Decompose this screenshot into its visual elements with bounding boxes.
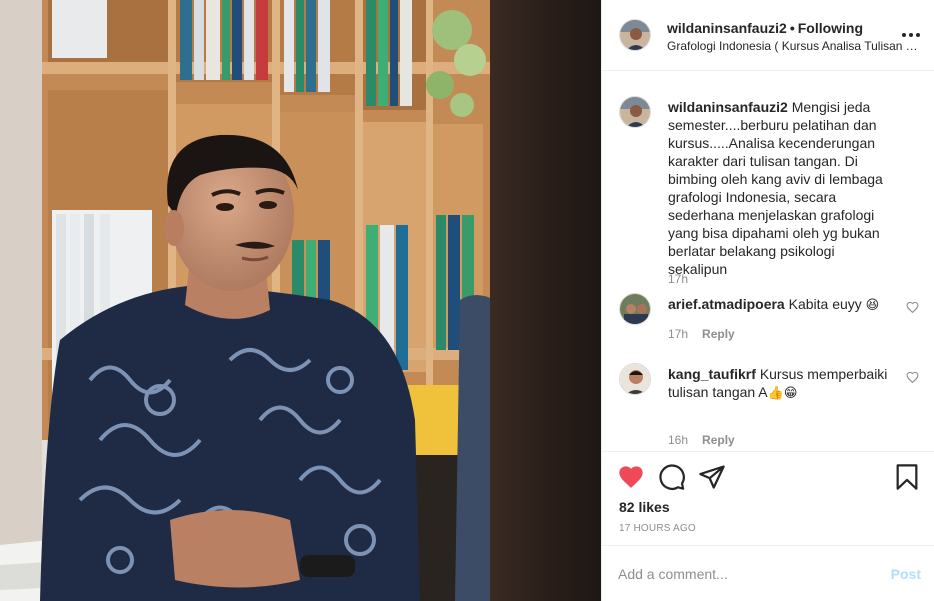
comment-item: arief.atmadipoera Kabita euyy 😆 17h Reply [619,293,919,353]
commenter-avatar-image [620,364,650,394]
post-location[interactable]: Grafologi Indonesia ( Kursus Analisa Tul… [667,39,923,53]
likes-count[interactable]: 82 likes [619,499,670,515]
follow-status-button[interactable]: Following [798,20,863,36]
comment-username[interactable]: arief.atmadipoera [668,296,785,312]
post-photo-illustration [0,0,601,601]
post-header: wildaninsanfauzi2 • Following Grafologi In… [602,0,934,71]
post-side-panel: wildaninsanfauzi2 • Following Grafologi In… [601,0,934,601]
heart-outline-icon[interactable] [906,301,919,314]
post-photo[interactable] [0,0,601,601]
reply-button[interactable]: Reply [702,433,735,447]
commenter-avatar[interactable] [619,363,651,395]
comment-age[interactable]: 17h [668,327,688,341]
more-icon [909,33,913,37]
bookmark-icon[interactable] [893,463,921,491]
comment-item: kang_taufikrf Kursus memperbaiki tulisan… [619,363,919,447]
comment-icon[interactable] [658,463,686,491]
post-timestamp[interactable]: 17 HOURS AGO [619,523,696,534]
commenter-avatar-image [620,294,650,324]
post-comment-button[interactable]: Post [891,566,921,582]
comment-meta: 17h Reply [668,327,735,341]
author-avatar[interactable] [619,19,651,51]
comment-age[interactable]: 16h [668,433,688,447]
comment-input[interactable] [618,564,868,584]
caption-comment: wildaninsanfauzi2 Mengisi jeda semester.… [619,96,919,296]
commenter-avatar[interactable] [619,293,651,325]
comments-list[interactable]: wildaninsanfauzi2 Mengisi jeda semester.… [602,72,934,450]
caption-avatar[interactable] [619,96,651,128]
caption-username[interactable]: wildaninsanfauzi2 [668,99,788,115]
caption-body: wildaninsanfauzi2 Mengisi jeda semester.… [668,98,883,278]
more-icon [916,33,920,37]
comment-body: arief.atmadipoera Kabita euyy 😆 [668,295,888,315]
comment-text: Kabita euyy [788,296,862,312]
caption-text: Mengisi jeda semester....berburu pelatih… [668,99,883,277]
author-avatar-image [620,20,650,50]
share-icon[interactable] [698,463,726,491]
comment-username[interactable]: kang_taufikrf [668,366,756,382]
comment-emoji: 😆 [865,298,880,313]
add-comment-bar: Post [602,545,934,601]
caption-avatar-image [620,97,650,127]
comment-emoji: 👍😁 [767,386,798,401]
reply-button[interactable]: Reply [702,327,735,341]
more-options-button[interactable] [901,25,921,45]
comment-body: kang_taufikrf Kursus memperbaiki tulisan… [668,365,888,403]
follow-separator: • [789,20,795,36]
heart-filled-icon[interactable] [617,463,645,491]
more-icon [902,33,906,37]
caption-age[interactable]: 17h [668,272,688,286]
author-username[interactable]: wildaninsanfauzi2 [667,20,787,36]
heart-outline-icon[interactable] [906,371,919,384]
comment-meta: 16h Reply [668,433,735,447]
caption-meta: 17h [668,272,688,286]
post-author-line: wildaninsanfauzi2 • Following [667,20,863,36]
